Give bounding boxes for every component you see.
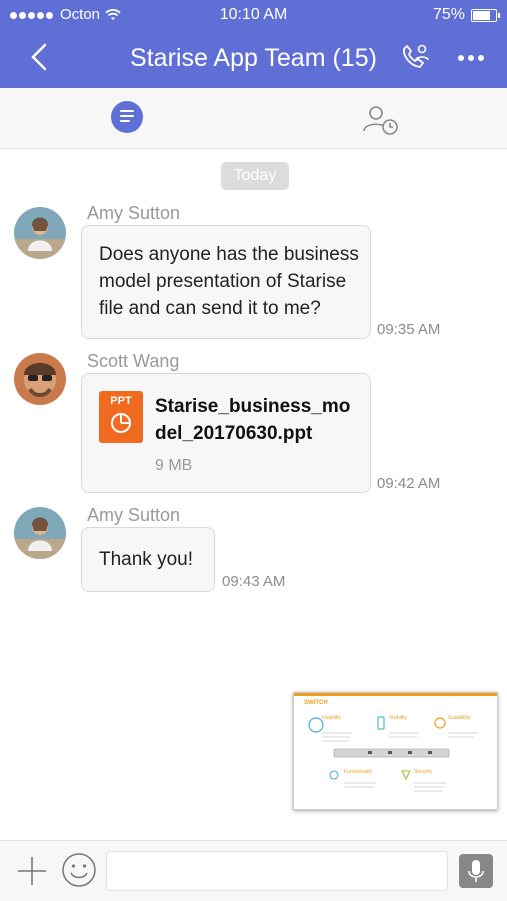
status-time: 10:10 AM <box>219 6 288 23</box>
message-line: Does anyone has the business <box>99 244 359 265</box>
emoji-icon[interactable] <box>61 852 97 888</box>
message-bubble[interactable]: Thank you! <box>81 527 215 592</box>
file-name-line: del_20170630.ppt <box>155 423 313 444</box>
chat-bubble-icon <box>120 110 134 122</box>
avatar[interactable] <box>14 207 66 259</box>
message-bubble[interactable]: Does anyone has the business model prese… <box>81 225 371 339</box>
file-size: 9 MB <box>155 457 193 474</box>
sender-name: Scott Wang <box>87 351 180 371</box>
tab-strip <box>0 88 507 149</box>
more-options-icon[interactable] <box>458 55 484 61</box>
slide-preview-thumbnail[interactable]: SWITCH Usability Visibility Scalability … <box>293 692 498 810</box>
microphone-button[interactable] <box>459 854 493 888</box>
avatar[interactable] <box>14 507 66 559</box>
battery-percent: 75% <box>432 6 465 23</box>
tab-members-icon[interactable] <box>362 104 400 136</box>
slide-diagram <box>308 716 478 792</box>
date-divider: Today <box>221 162 289 190</box>
message-line: file and can send it to me? <box>99 298 321 319</box>
tab-chat[interactable] <box>111 101 143 133</box>
status-battery-group: 75% <box>432 6 500 24</box>
ppt-badge: PPT <box>110 395 132 407</box>
microphone-icon <box>468 860 484 882</box>
file-message-bubble[interactable]: PPT Starise_business_mo del_20170630.ppt… <box>81 373 371 493</box>
battery-icon <box>471 8 500 22</box>
message-time: 09:43 AM <box>222 573 286 590</box>
pie-chart-icon <box>111 413 131 433</box>
plus-icon[interactable] <box>16 855 48 887</box>
message-time: 09:35 AM <box>377 321 441 338</box>
sender-name: Amy Sutton <box>87 505 181 525</box>
avatar[interactable] <box>14 353 66 405</box>
group-call-icon[interactable] <box>398 40 432 74</box>
message-input[interactable] <box>106 851 448 891</box>
file-name-line: Starise_business_mo <box>155 396 351 417</box>
message-line: Thank you! <box>99 549 193 570</box>
message-time: 09:42 AM <box>377 475 441 492</box>
sender-name: Amy Sutton <box>87 203 181 223</box>
ppt-file-icon: PPT <box>99 391 143 443</box>
message-line: model presentation of Starise <box>99 271 347 292</box>
